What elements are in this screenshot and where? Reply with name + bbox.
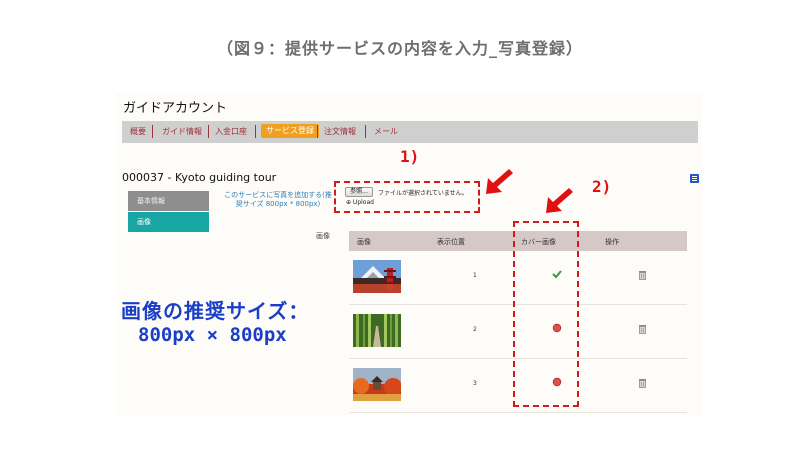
red-arrow-icon [546,188,573,213]
screenshot-panel: ガイドアカウント 概要 ガイド情報 入金口座 サービス登録 注文情報 メール 0… [116,93,702,415]
cover-column-highlight-box [513,221,579,407]
nav-divider [152,125,153,138]
recommended-size-label: 画像の推奨サイズ： [121,299,310,323]
nav-item-overview[interactable]: 概要 [130,126,146,138]
nav-item-mail[interactable]: メール [374,126,398,138]
upload-button[interactable]: ⊕ Upload [346,199,374,206]
column-header-actions: 操作 [605,238,619,246]
browse-button[interactable]: 参照... [345,187,373,197]
slide-title: （図９：提供サービスの内容を入力_写真登録） [216,39,583,58]
nav-item-service-registration[interactable]: サービス登録 [261,124,319,138]
side-item-basic-info[interactable]: 基本情報 [128,191,209,211]
bamboo-forest-thumbnail[interactable] [353,314,401,347]
trash-icon[interactable] [639,271,646,280]
file-status-text: ファイルが選択されていません。 [378,190,468,197]
image-field-label: 画像 [316,232,330,240]
add-photo-link[interactable]: このサービスに写真を追加する(推奨サイズ 800px * 800px) [224,191,332,209]
nav-divider [255,125,256,138]
main-nav: 概要 ガイド情報 入金口座 サービス登録 注文情報 メール [122,121,698,143]
column-header-image: 画像 [357,238,371,246]
list-view-icon[interactable] [690,174,699,183]
side-item-images[interactable]: 画像 [128,212,209,232]
trash-icon[interactable] [639,379,646,388]
nav-divider [208,125,209,138]
page-title: ガイドアカウント [123,101,228,116]
nav-item-orders[interactable]: 注文情報 [324,126,356,138]
annotation-label-1: 1) [400,147,420,166]
display-order: 1 [473,272,477,279]
display-order: 2 [473,326,477,333]
service-title: 000037 - Kyoto guiding tour [122,171,277,184]
upload-highlight-box: 参照... ファイルが選択されていません。 ⊕ Upload [334,181,480,213]
nav-item-bank-account[interactable]: 入金口座 [215,126,247,138]
side-nav: 基本情報 画像 [128,191,209,233]
nav-divider [365,125,366,138]
annotation-label-2: 2) [592,177,612,196]
trash-icon[interactable] [639,325,646,334]
nav-item-guide-info[interactable]: ガイド情報 [162,126,202,138]
red-arrow-icon [486,169,513,194]
recommended-size-value: 800px × 800px [138,324,287,346]
autumn-temple-thumbnail[interactable] [353,368,401,401]
temple-fuji-thumbnail[interactable] [353,260,401,293]
display-order: 3 [473,380,477,387]
column-header-order: 表示位置 [437,238,465,246]
nav-divider [317,125,318,138]
